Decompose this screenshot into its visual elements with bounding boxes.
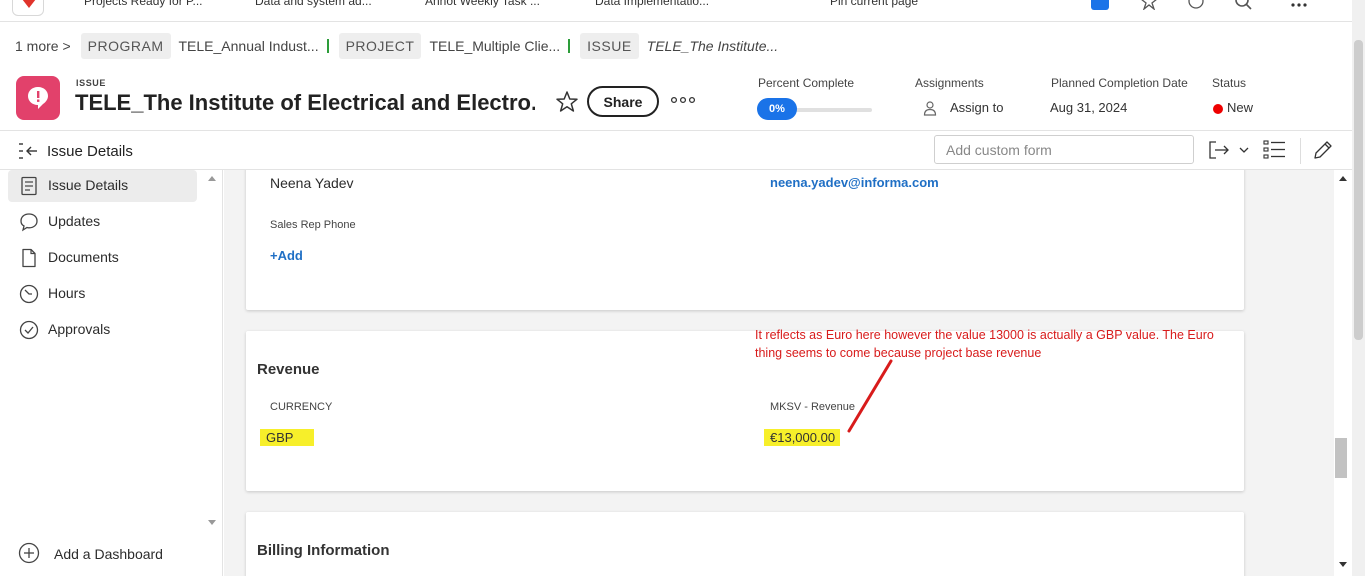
star-icon[interactable]: [1140, 0, 1158, 11]
breadcrumb-separator: [326, 39, 329, 53]
main-content: Neena Yadev neena.yadev@informa.com Sale…: [224, 170, 1334, 576]
breadcrumb-project-link[interactable]: TELE_Multiple Clie...: [429, 38, 560, 54]
scroll-thumb[interactable]: [1335, 438, 1347, 478]
add-dashboard-label: Add a Dashboard: [54, 546, 163, 562]
check-circle-icon: [19, 320, 39, 340]
apps-menu-icon[interactable]: [1290, 0, 1308, 10]
toolbar-divider: [1300, 138, 1301, 164]
nav-item-issue-details[interactable]: Issue Details: [8, 170, 197, 202]
sales-rep-email-link[interactable]: neena.yadev@informa.com: [770, 175, 939, 190]
breadcrumb-project-tag: PROJECT: [338, 33, 422, 59]
favorite-star-icon[interactable]: [555, 90, 579, 114]
annotation-note: It reflects as Euro here however the val…: [755, 328, 1214, 360]
list-layout-icon[interactable]: [1263, 139, 1287, 161]
page-title[interactable]: TELE_The Institute of Electrical and Ele…: [75, 90, 535, 116]
breadcrumb-program-tag: PROGRAM: [80, 33, 171, 59]
mksv-revenue-value[interactable]: €13,000.00: [764, 429, 840, 446]
nav-item-documents[interactable]: Documents: [8, 242, 197, 274]
status-indicator-dot: [1213, 104, 1223, 114]
panel-title: Issue Details: [47, 143, 133, 160]
nav-item-label: Approvals: [48, 321, 111, 337]
billing-card: Billing Information: [246, 512, 1244, 576]
page-scroll-thumb[interactable]: [1354, 40, 1363, 340]
app-top-bar: Projects Ready for P... Data and system …: [0, 0, 1365, 22]
pinned-tab[interactable]: Projects Ready for P...: [84, 0, 203, 8]
breadcrumb-more[interactable]: 1 more >: [15, 38, 71, 54]
document-icon: [19, 176, 39, 196]
planned-completion-label: Planned Completion Date: [1051, 76, 1188, 90]
issue-header: ISSUE TELE_The Institute of Electrical a…: [0, 70, 1352, 130]
percent-complete-label: Percent Complete: [758, 76, 855, 90]
currency-label: CURRENCY: [270, 401, 333, 413]
content-scrollbar[interactable]: [1334, 170, 1352, 576]
assignments-label: Assignments: [915, 76, 984, 90]
pinned-tab[interactable]: Data and system ad...: [255, 0, 372, 8]
collapse-panel-icon[interactable]: [18, 142, 38, 160]
sales-rep-phone-label: Sales Rep Phone: [270, 219, 356, 231]
breadcrumb-issue-current: TELE_The Institute...: [646, 38, 779, 54]
pin-current-page[interactable]: Pin current page: [830, 0, 918, 8]
issue-type-icon: [16, 76, 60, 120]
help-icon[interactable]: [1187, 0, 1205, 10]
nav-scroll-down-icon[interactable]: [208, 520, 216, 525]
status-value[interactable]: New: [1227, 100, 1253, 115]
more-options-icon[interactable]: [670, 92, 696, 108]
breadcrumb-more-label: 1 more: [15, 38, 59, 54]
planned-completion-date[interactable]: Aug 31, 2024: [1050, 100, 1127, 115]
details-toolbar: Issue Details: [0, 130, 1352, 170]
nav-item-label: Documents: [48, 249, 119, 265]
nav-item-label: Hours: [48, 285, 86, 301]
clock-icon: [19, 284, 39, 304]
billing-section-title: Billing Information: [257, 542, 390, 559]
assign-to-button[interactable]: Assign to: [950, 100, 1003, 115]
search-icon[interactable]: [1234, 0, 1252, 10]
file-icon: [19, 248, 39, 268]
nav-scroll-up-icon[interactable]: [208, 176, 216, 181]
sales-rep-name[interactable]: Neena Yadev: [270, 175, 354, 191]
breadcrumb-separator: [568, 39, 571, 53]
workfront-logo[interactable]: [12, 0, 44, 16]
add-phone-button[interactable]: +Add: [270, 248, 303, 263]
nav-item-label: Updates: [48, 213, 101, 229]
nav-item-hours[interactable]: Hours: [8, 278, 197, 310]
share-button[interactable]: Share: [587, 86, 659, 117]
page-scrollbar[interactable]: [1352, 0, 1365, 576]
left-navigation: Issue Details Updates Documents Hours Ap…: [0, 170, 223, 576]
contact-card: Neena Yadev neena.yadev@informa.com Sale…: [246, 170, 1244, 310]
currency-value[interactable]: GBP: [260, 429, 314, 446]
revenue-section-title: Revenue: [257, 361, 320, 378]
object-type-label: ISSUE: [76, 78, 107, 88]
pinned-tab[interactable]: Annot Weekly Task ...: [425, 0, 540, 8]
edit-pencil-icon[interactable]: [1312, 139, 1334, 161]
status-label: Status: [1212, 76, 1247, 90]
nav-item-updates[interactable]: Updates: [8, 206, 197, 238]
nav-item-approvals[interactable]: Approvals: [8, 314, 197, 346]
chat-bubble-icon: [19, 212, 39, 232]
scroll-up-icon[interactable]: [1339, 176, 1347, 181]
plus-circle-icon: [18, 542, 40, 564]
scroll-down-icon[interactable]: [1339, 562, 1347, 567]
annotation-arrow: [847, 359, 893, 433]
nav-item-label: Issue Details: [48, 177, 129, 193]
notification-badge-icon[interactable]: [1091, 0, 1109, 10]
percent-complete-bar[interactable]: [792, 108, 872, 112]
user-icon: [922, 100, 938, 116]
add-custom-form-input[interactable]: [934, 135, 1194, 164]
breadcrumb: 1 more > PROGRAM TELE_Annual Indust... P…: [0, 22, 1352, 70]
export-icon[interactable]: [1208, 139, 1250, 161]
breadcrumb-issue-tag: ISSUE: [580, 33, 639, 59]
breadcrumb-program-link[interactable]: TELE_Annual Indust...: [179, 38, 319, 54]
percent-complete-value[interactable]: 0%: [757, 98, 797, 120]
pinned-tab[interactable]: Data Implementatio...: [595, 0, 709, 8]
